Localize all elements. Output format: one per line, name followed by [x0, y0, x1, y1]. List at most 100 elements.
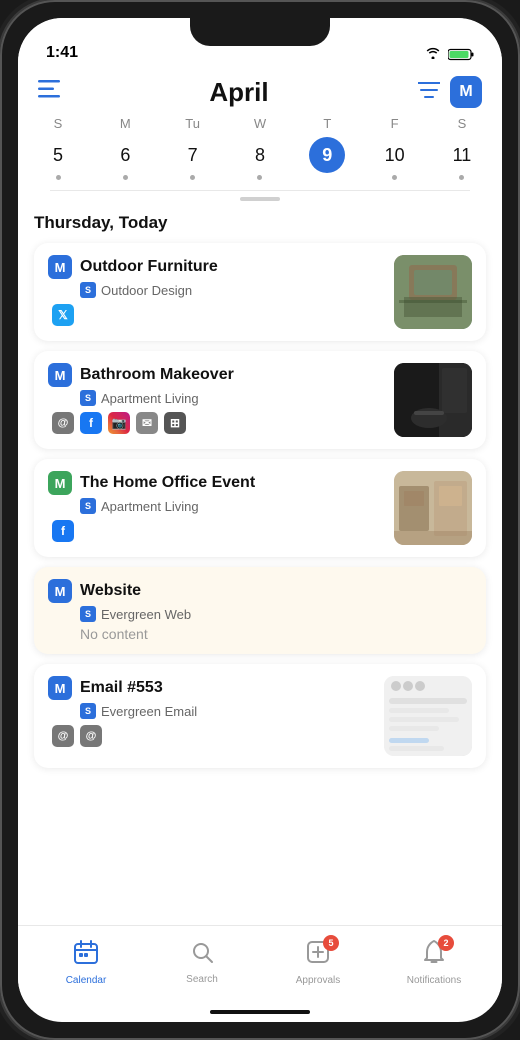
card-social-icons-bathroom: @ f 📷 ✉ ⊞: [52, 412, 386, 434]
date-dot-9: [325, 175, 330, 180]
at-icon-1[interactable]: @: [52, 412, 74, 434]
weekday-f: F: [371, 116, 419, 131]
date-cell-8[interactable]: 8: [236, 137, 284, 180]
date-dot-8: [257, 175, 262, 180]
m-icon-outdoor: M: [48, 255, 72, 279]
card-header: M Bathroom Makeover S Apartment Living @…: [48, 363, 472, 437]
notch: [190, 18, 330, 46]
search-nav-label: Search: [186, 974, 218, 985]
date-dot-7: [190, 175, 195, 180]
m-icon-website: M: [48, 579, 72, 603]
weekday-w: W: [236, 116, 284, 131]
grid-icon[interactable]: ⊞: [164, 412, 186, 434]
s-icon-website: S: [80, 606, 96, 622]
m-icon-office: M: [48, 471, 72, 495]
status-icons: [424, 46, 474, 62]
date-cell-11[interactable]: 11: [438, 137, 486, 180]
app-header: April M: [18, 68, 502, 112]
facebook-icon-office[interactable]: f: [52, 520, 74, 542]
nav-item-approvals[interactable]: 5 Approvals: [288, 939, 348, 986]
m-icon-bathroom: M: [48, 363, 72, 387]
date-cell-6[interactable]: 6: [101, 137, 149, 180]
status-bar: 1:41: [18, 18, 502, 68]
date-dot-11: [459, 175, 464, 180]
notifications-badge: 2: [438, 935, 454, 951]
card-title-row: M Website: [48, 579, 472, 603]
event-card-home-office[interactable]: M The Home Office Event S Apartment Livi…: [34, 459, 486, 557]
date-num-9: 9: [309, 137, 345, 173]
nav-item-calendar[interactable]: Calendar: [56, 939, 116, 986]
card-source-office: S Apartment Living: [80, 498, 386, 514]
card-title-email: Email #553: [80, 679, 163, 697]
event-card-outdoor-furniture[interactable]: M Outdoor Furniture S Outdoor Design 𝕏: [34, 243, 486, 341]
weekday-tu: Tu: [169, 116, 217, 131]
nav-item-search[interactable]: Search: [172, 940, 232, 985]
event-card-bathroom-makeover[interactable]: M Bathroom Makeover S Apartment Living @…: [34, 351, 486, 449]
calendar-nav-label: Calendar: [66, 975, 107, 986]
card-source-name-email: Evergreen Email: [101, 704, 197, 719]
date-num-10: 10: [377, 137, 413, 173]
card-title-row: M Bathroom Makeover: [48, 363, 386, 387]
card-title-row: M The Home Office Event: [48, 471, 386, 495]
no-content-text: No content: [80, 626, 472, 642]
dates-row: 5 6 7 8 9: [34, 137, 486, 180]
card-source-name-website: Evergreen Web: [101, 607, 191, 622]
email-icon[interactable]: ✉: [136, 412, 158, 434]
card-source-name-outdoor: Outdoor Design: [101, 283, 192, 298]
date-cell-10[interactable]: 10: [371, 137, 419, 180]
approvals-nav-label: Approvals: [296, 975, 340, 986]
card-thumb-bathroom: [394, 363, 472, 437]
instagram-icon[interactable]: 📷: [108, 412, 130, 434]
card-left: M Email #553 S Evergreen Email @ @: [48, 676, 376, 747]
filter-icon[interactable]: [418, 81, 440, 104]
date-dot-6: [123, 175, 128, 180]
date-num-5: 5: [40, 137, 76, 173]
facebook-icon[interactable]: f: [80, 412, 102, 434]
battery-icon: [448, 48, 474, 61]
date-dot-5: [56, 175, 61, 180]
card-source-website: S Evergreen Web: [80, 606, 472, 622]
calendar-strip: S M Tu W T F S 5 6 7: [18, 112, 502, 201]
calendar-nav-icon: [73, 939, 99, 972]
nav-item-notifications[interactable]: 2 Notifications: [404, 939, 464, 986]
card-source-bathroom: S Apartment Living: [80, 390, 386, 406]
m-badge-button[interactable]: M: [450, 76, 482, 108]
card-left: M Bathroom Makeover S Apartment Living @…: [48, 363, 386, 434]
s-icon-outdoor: S: [80, 282, 96, 298]
card-title-office: The Home Office Event: [80, 474, 255, 492]
weekday-s2: S: [438, 116, 486, 131]
weekday-t: T: [303, 116, 351, 131]
card-left: M The Home Office Event S Apartment Livi…: [48, 471, 386, 542]
event-card-website[interactable]: M Website S Evergreen Web No content: [34, 567, 486, 654]
notifications-nav-icon: 2: [422, 939, 446, 972]
date-cell-7[interactable]: 7: [169, 137, 217, 180]
phone-screen: 1:41: [18, 18, 502, 1022]
weekday-m: M: [101, 116, 149, 131]
card-title-row: M Outdoor Furniture: [48, 255, 386, 279]
card-title-website: Website: [80, 582, 141, 600]
menu-icon[interactable]: [38, 80, 60, 104]
date-num-11: 11: [444, 137, 480, 173]
card-left: M Website S Evergreen Web No content: [48, 579, 472, 642]
twitter-icon[interactable]: 𝕏: [52, 304, 74, 326]
card-header: M The Home Office Event S Apartment Livi…: [48, 471, 472, 545]
card-title-bathroom: Bathroom Makeover: [80, 366, 234, 384]
section-date: Thursday, Today: [34, 213, 486, 233]
date-cell-5[interactable]: 5: [34, 137, 82, 180]
card-header: M Email #553 S Evergreen Email @ @: [48, 676, 472, 756]
date-cell-9[interactable]: 9: [303, 137, 351, 180]
at-icon-email-1[interactable]: @: [52, 725, 74, 747]
card-social-icons-outdoor: 𝕏: [52, 304, 386, 326]
card-social-icons-email: @ @: [52, 725, 376, 747]
card-source-outdoor: S Outdoor Design: [80, 282, 386, 298]
event-card-email-553[interactable]: M Email #553 S Evergreen Email @ @: [34, 664, 486, 768]
s-icon-office: S: [80, 498, 96, 514]
s-icon-email: S: [80, 703, 96, 719]
card-social-icons-office: f: [52, 520, 386, 542]
weekday-s1: S: [34, 116, 82, 131]
content-area: Thursday, Today M Outdoor Furniture S Ou…: [18, 201, 502, 925]
wifi-icon: [424, 46, 442, 62]
status-time: 1:41: [46, 44, 78, 62]
at-icon-email-2[interactable]: @: [80, 725, 102, 747]
phone-frame: 1:41: [0, 0, 520, 1040]
